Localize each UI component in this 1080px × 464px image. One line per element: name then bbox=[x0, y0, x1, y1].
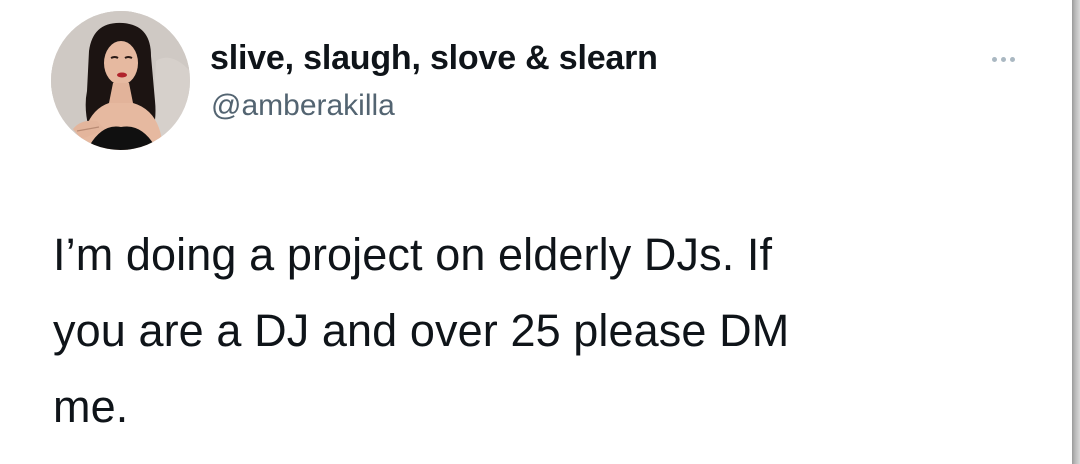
user-handle[interactable]: @amberakilla bbox=[211, 88, 395, 124]
more-options-icon bbox=[1000, 56, 1006, 62]
page-edge bbox=[1068, 0, 1080, 464]
profile-photo-icon bbox=[51, 11, 190, 150]
avatar[interactable] bbox=[51, 11, 190, 150]
more-options-icon bbox=[1009, 56, 1015, 62]
display-name[interactable]: slive, slaugh, slove & slearn bbox=[210, 38, 658, 78]
more-options-button[interactable] bbox=[978, 44, 1028, 74]
more-options-icon bbox=[991, 56, 997, 62]
tweet-text: I’m doing a project on elderly DJs. If y… bbox=[53, 229, 790, 432]
tweet-card: slive, slaugh, slove & slearn @amberakil… bbox=[0, 0, 1068, 464]
